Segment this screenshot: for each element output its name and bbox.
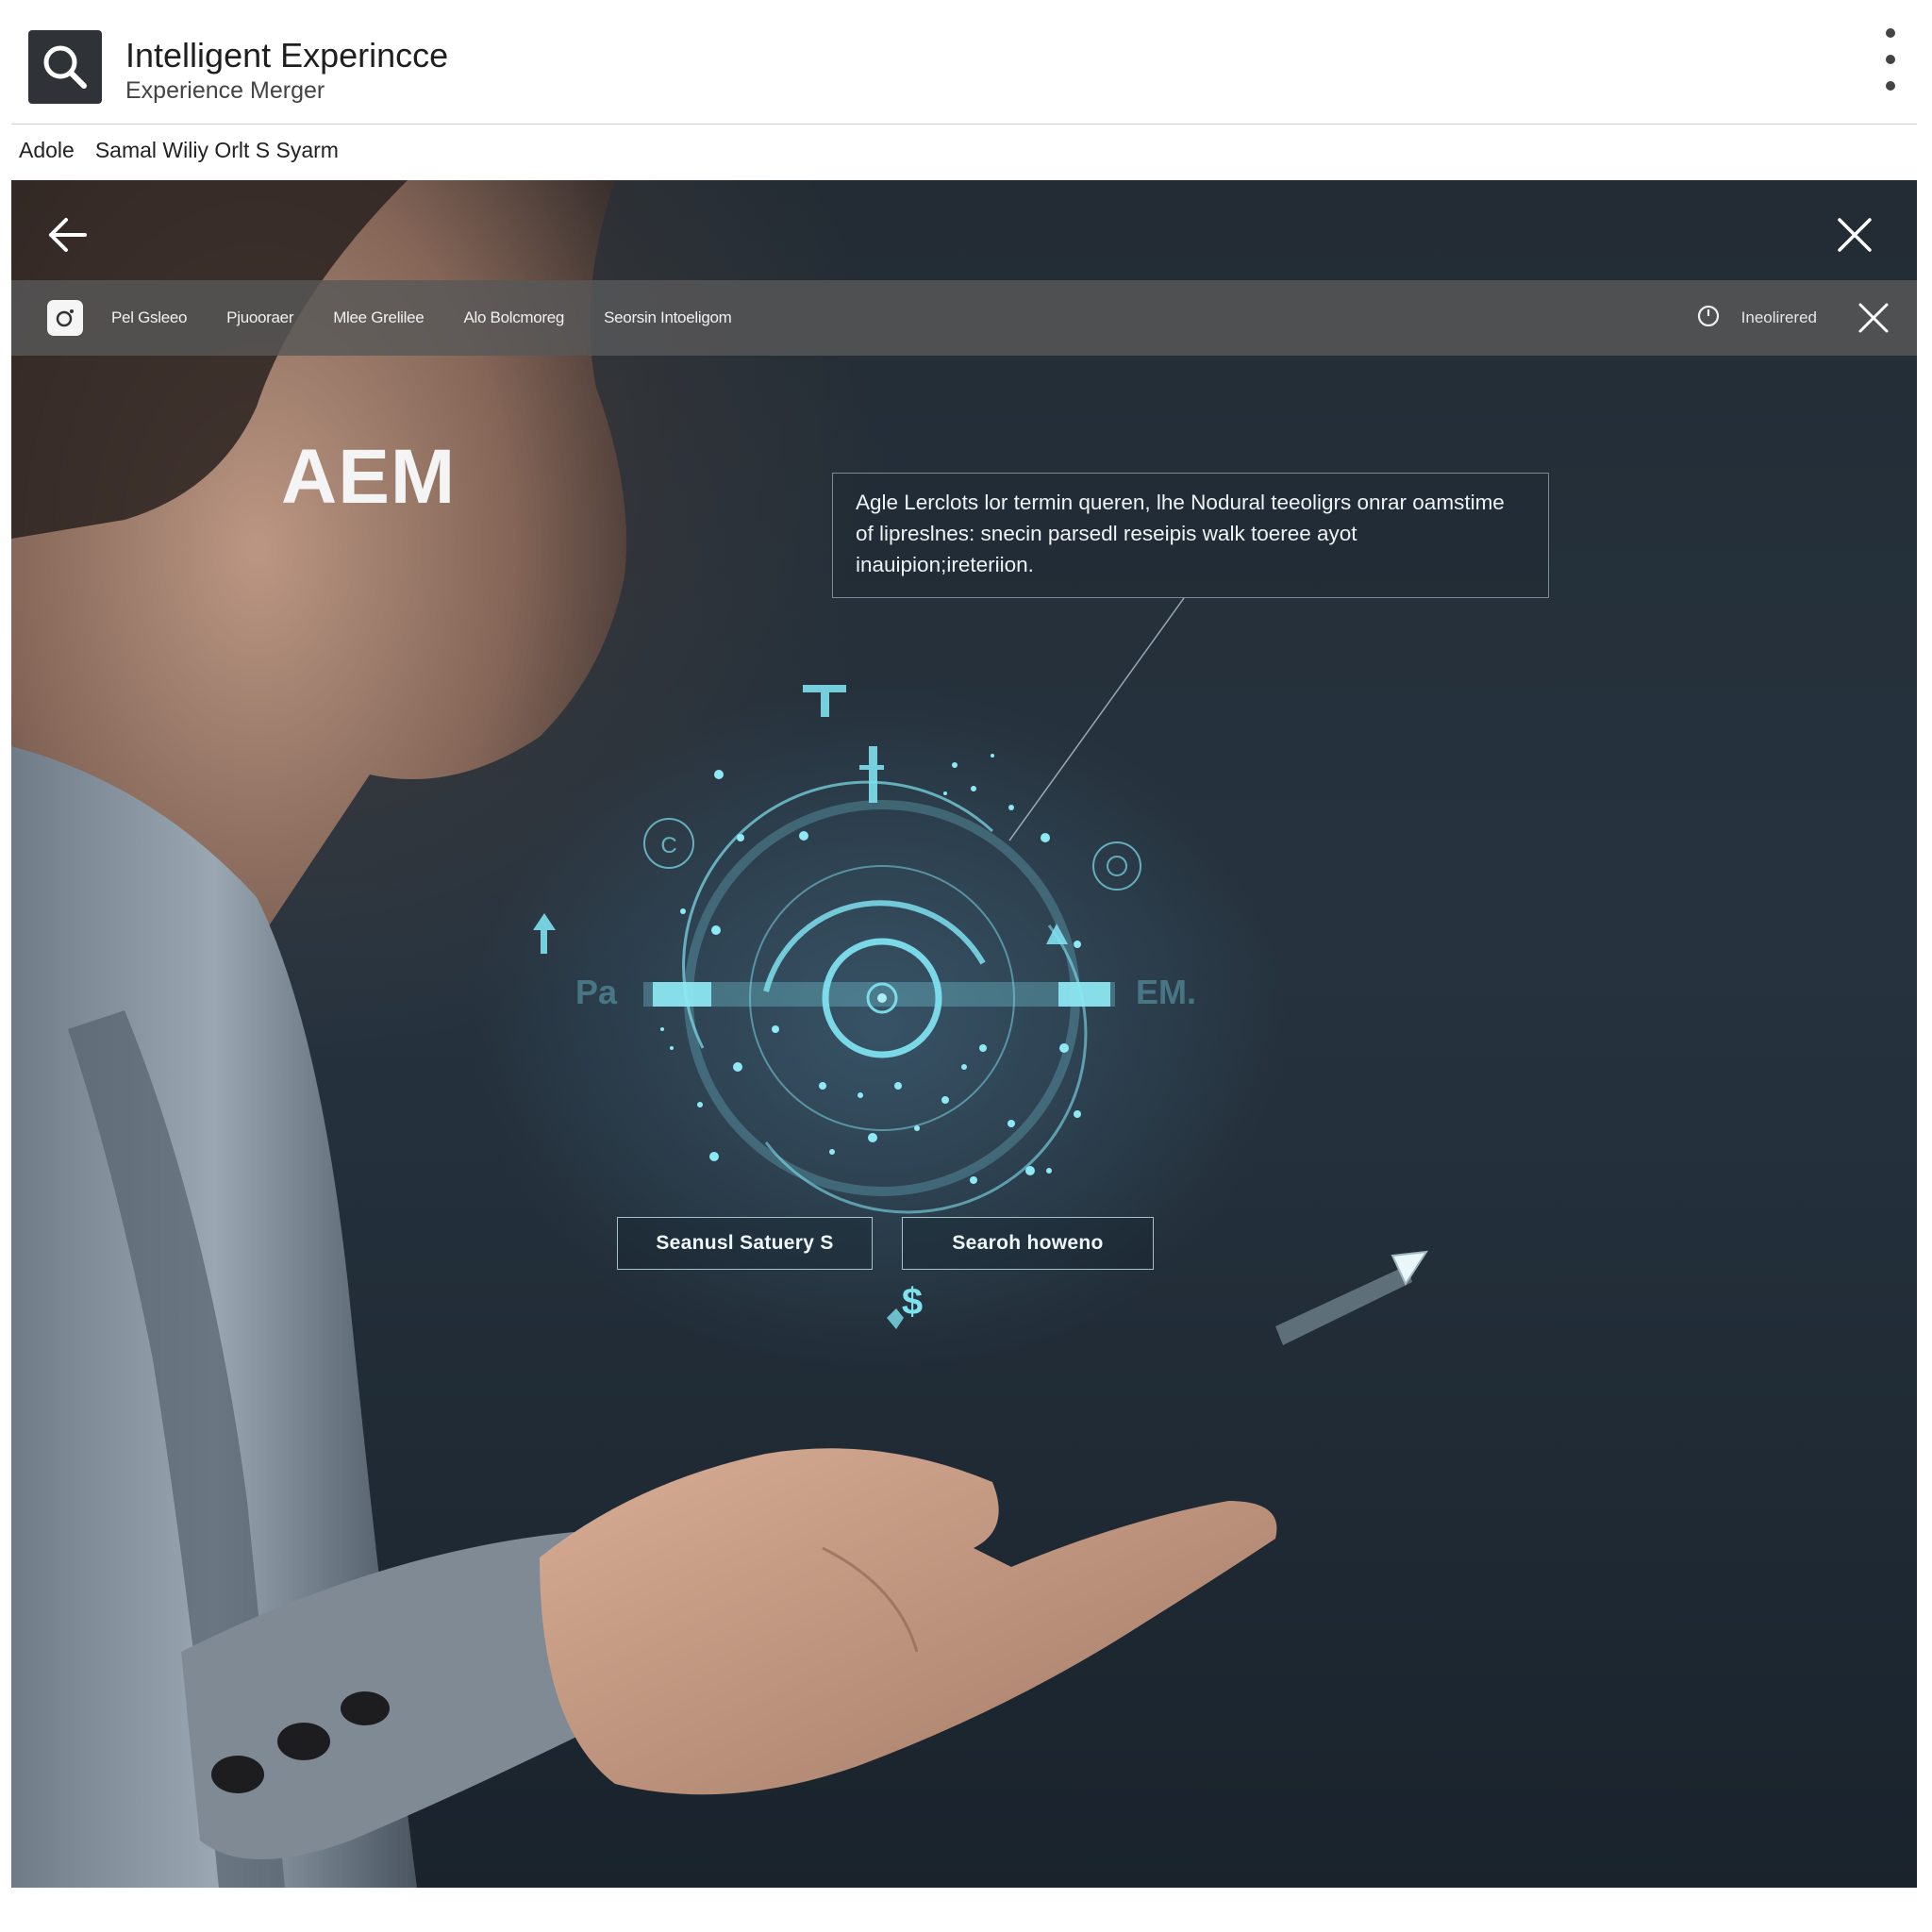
- toolbar-right: Ineolirered: [1696, 280, 1890, 356]
- breadcrumb: Adole Samal Wiliy Orlt S Syarm: [19, 138, 339, 170]
- callout-box: Agle Lerclots lor termin queren, lhe Nod…: [832, 473, 1549, 598]
- header-divider: [11, 124, 1917, 125]
- hero-topbar: [11, 180, 1917, 280]
- hero-heading: AEM: [281, 434, 457, 520]
- camera-icon[interactable]: [47, 300, 83, 336]
- clock-icon: [1696, 304, 1721, 333]
- arrow-left-icon[interactable]: [45, 212, 91, 258]
- toolbar-link[interactable]: Pel Gsleeo: [111, 308, 187, 327]
- hud-button-search[interactable]: Searoh howeno: [902, 1217, 1154, 1270]
- app-header: Intelligent Experincce Experience Merger: [0, 0, 1932, 125]
- breadcrumb-item[interactable]: Adole: [19, 138, 75, 170]
- toolbar-link[interactable]: Seorsin Intoeligom: [604, 308, 732, 327]
- toolbar-status: Ineolirered: [1740, 308, 1817, 326]
- hud-button-primary[interactable]: Seanusl Satuery S: [617, 1217, 873, 1270]
- close-icon[interactable]: [1857, 301, 1890, 335]
- toolbar-link[interactable]: Alo Bolcmoreg: [463, 308, 564, 327]
- app-title: Intelligent Experincce: [125, 36, 449, 75]
- toolbar-link[interactable]: Mlee Grelilee: [333, 308, 425, 327]
- kebab-menu-icon[interactable]: [1881, 28, 1900, 91]
- close-icon[interactable]: [1832, 212, 1877, 258]
- app-subtitle: Experience Merger: [125, 77, 325, 104]
- breadcrumb-item[interactable]: Samal Wiliy Orlt S Syarm: [95, 138, 339, 170]
- toolbar-link[interactable]: Pjuooraer: [226, 308, 293, 327]
- hero-toolbar: Pel Gsleeo Pjuooraer Mlee Grelilee Alo B…: [11, 280, 1917, 356]
- search-icon[interactable]: [28, 30, 102, 104]
- hero-panel: Pel Gsleeo Pjuooraer Mlee Grelilee Alo B…: [11, 180, 1917, 1888]
- bottom-strip: [0, 1888, 1932, 1932]
